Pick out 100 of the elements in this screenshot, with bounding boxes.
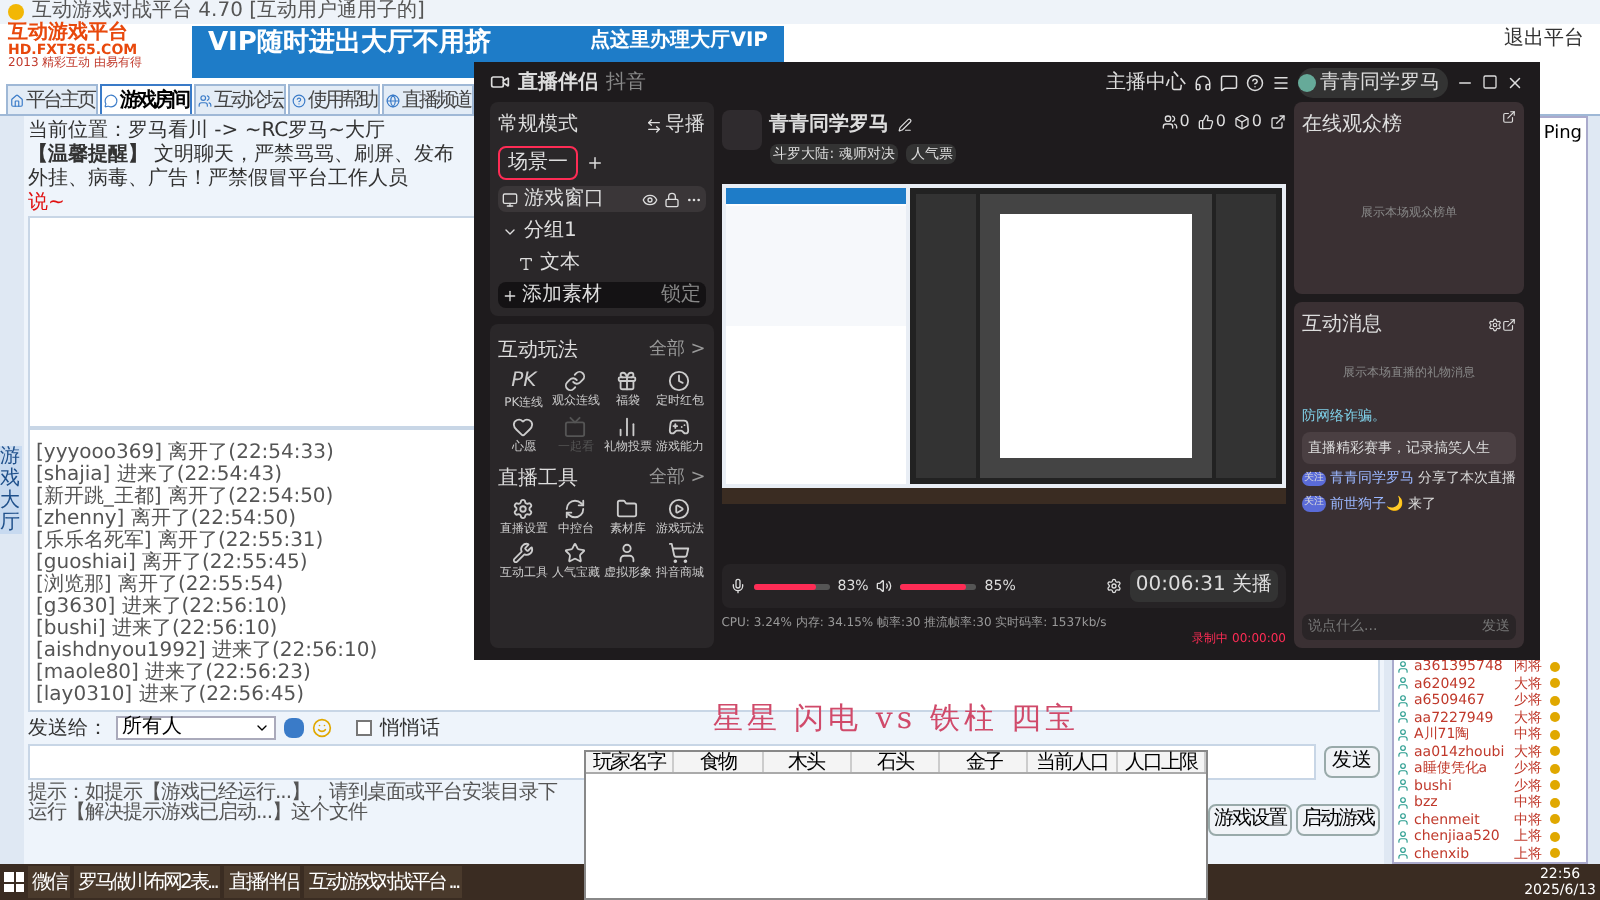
mic-icon[interactable]: [729, 578, 746, 594]
source-icon: [518, 255, 534, 271]
add-icon[interactable]: [586, 154, 604, 172]
nav-tab[interactable]: 平台主页: [6, 84, 98, 114]
taskbar-app[interactable]: 互动游戏对战平台 ...: [304, 866, 463, 898]
send-button[interactable]: 发送: [1324, 746, 1380, 778]
maximize-icon[interactable]: [1482, 74, 1498, 90]
tool-icon: [616, 416, 639, 438]
mode-dropdown[interactable]: 常规模式: [498, 110, 578, 140]
tool-icon: [616, 498, 639, 520]
swap-icon: [645, 117, 662, 133]
edit-icon[interactable]: [897, 118, 912, 132]
banner-text: VIP随时进出大厅不用挤: [208, 28, 491, 58]
column-header: Ping: [1543, 122, 1584, 148]
tool-icon: [564, 542, 587, 564]
nav-tab[interactable]: 游戏房间: [100, 84, 192, 114]
taskbar-app[interactable]: 直播伴侣: [224, 866, 301, 898]
popout-icon[interactable]: [1502, 110, 1516, 124]
more-link[interactable]: 全部 >: [648, 337, 706, 365]
tab-icon: [10, 93, 24, 107]
tool-icon: [564, 498, 587, 520]
notice-mark: 说~: [28, 192, 65, 216]
eye-icon[interactable]: [641, 191, 658, 207]
tool-icon: [564, 416, 587, 438]
action-button[interactable]: 启动游戏: [1296, 804, 1380, 836]
hint-text: 提示：如提示【游戏已经运行...】，请到桌面或平台安装目录下运行【解决提示游戏已启动...】这个文件: [28, 784, 560, 824]
column-header: 木头: [763, 751, 852, 771]
tool-icon: [512, 416, 535, 438]
popout-icon[interactable]: [1270, 114, 1286, 130]
tab-icon: [386, 93, 400, 107]
popout-icon[interactable]: [1502, 318, 1516, 332]
tool-icon: [668, 416, 691, 438]
menu-icon[interactable]: [1272, 73, 1290, 91]
card-title: 互动消息: [1302, 311, 1384, 340]
tool-icon: [564, 370, 587, 392]
column-header: 石头: [851, 751, 941, 771]
end-live-button[interactable]: 00:06:31 关播: [1129, 570, 1278, 602]
nav-tab[interactable]: 使用帮助: [288, 84, 380, 114]
tool-icon: [668, 498, 691, 520]
headset-icon[interactable]: [1194, 73, 1212, 91]
tab-icon: [292, 93, 306, 107]
message-line: [g3630] 进来了(22:56:10): [36, 596, 287, 618]
exit-link[interactable]: 退出平台: [1504, 28, 1592, 52]
taskbar-app[interactable]: 微信: [28, 866, 70, 898]
message-line: [bushi] 进来了(22:56:10): [36, 618, 278, 640]
app-logo-icon: [490, 72, 510, 92]
chat-icon[interactable]: [1220, 73, 1238, 91]
stat-icon: [1161, 114, 1178, 130]
settings-icon[interactable]: [1488, 318, 1502, 332]
message-line: [乐乐名死军] 离开了(22:55:31): [36, 530, 324, 552]
column-header: 金子: [940, 751, 1029, 771]
more-link[interactable]: 全部 >: [648, 465, 706, 493]
taskbar-app[interactable]: 罗马做川布网2表...: [74, 866, 221, 898]
action-button[interactable]: 游戏设置: [1208, 804, 1292, 836]
pk-glyph: PK: [511, 370, 537, 394]
banner-text: 点这里办理大厅VIP: [590, 30, 768, 54]
close-icon[interactable]: [1506, 73, 1524, 91]
director-button[interactable]: 导播: [665, 110, 706, 140]
lock-button[interactable]: 锁定: [661, 280, 702, 310]
message-line: [新开跳_王都] 离开了(22:54:50): [36, 486, 334, 508]
whisper-checkbox[interactable]: [356, 720, 372, 736]
whisper-label: 悄悄话: [380, 715, 440, 743]
message-line: [guoshiai] 离开了(22:55:45): [36, 552, 308, 574]
nav-tab[interactable]: 互动论坛: [194, 84, 286, 114]
column-header: 玩家名字: [586, 751, 675, 771]
tool-icon: [512, 498, 535, 520]
lock-icon[interactable]: [663, 191, 680, 207]
tab-icon: [104, 93, 118, 107]
column-header: 当前人口: [1028, 751, 1118, 771]
speaker-icon[interactable]: [876, 578, 893, 594]
location-text: 当前位置：罗马看川 -> ~RC罗马~大厅: [28, 120, 386, 143]
user-chip[interactable]: 青青同学罗马: [1298, 67, 1448, 97]
side-tab[interactable]: 游戏大厅: [0, 446, 22, 534]
message-line: [maole80] 进来了(22:56:23): [36, 662, 311, 684]
send-to-label: 发送给：: [28, 715, 108, 743]
nav-tab[interactable]: 直播频道: [382, 84, 474, 114]
source-row[interactable]: 文本: [498, 250, 706, 276]
card-title: 在线观众榜: [1302, 111, 1402, 140]
app-icon: [8, 4, 24, 20]
source-row[interactable]: 游戏窗口: [498, 186, 706, 212]
column-header: 食物: [674, 751, 764, 771]
notice-text: 【温馨提醒】 文明聊天，严禁骂骂、刷屏、发布外挂、病毒、广告！严禁假冒平台工作人员: [28, 144, 457, 192]
add-source-button[interactable]: 添加素材: [522, 280, 602, 310]
anchor-center-link[interactable]: 主播中心: [1106, 67, 1186, 97]
message-line: [aishdnyou1992] 进来了(22:56:10): [36, 640, 378, 662]
stat-count: 0: [1215, 110, 1226, 134]
section-title: 直播工具: [498, 465, 578, 494]
tool-icon: [616, 370, 639, 392]
help-icon[interactable]: [1246, 73, 1264, 91]
recipient-dropdown[interactable]: 所有人: [116, 716, 276, 740]
start-icon[interactable]: [4, 872, 24, 892]
stat-count: 0: [1251, 110, 1262, 134]
message-line: [yyyooo369] 离开了(22:54:33): [36, 442, 334, 464]
settings-icon[interactable]: [1105, 578, 1122, 594]
tool-icon: [512, 542, 535, 564]
volume-slider[interactable]: [753, 583, 830, 589]
scene-tab[interactable]: 场景一: [498, 146, 578, 180]
message-line: [lay0310] 进来了(22:56:45): [36, 684, 304, 706]
source-row[interactable]: 分组1: [498, 218, 706, 244]
dropdown-caret-icon: [254, 720, 270, 736]
